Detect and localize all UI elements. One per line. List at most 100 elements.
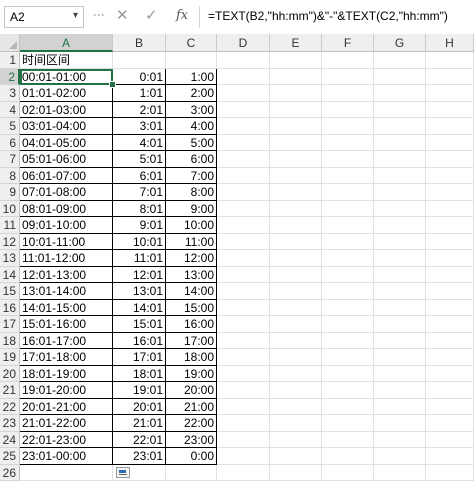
cell-d11[interactable] <box>217 217 270 234</box>
cell-b21[interactable]: 19:01 <box>113 382 166 399</box>
row-header-20[interactable]: 20 <box>0 366 20 383</box>
cell-c21[interactable]: 20:00 <box>166 382 217 399</box>
row-header-1[interactable]: 1 <box>0 52 20 69</box>
cell-a5[interactable]: 03:01-04:00 <box>20 118 113 135</box>
cell-f14[interactable] <box>322 267 374 284</box>
cell-g12[interactable] <box>374 234 426 251</box>
cell-a7[interactable]: 05:01-06:00 <box>20 151 113 168</box>
cell-b24[interactable]: 22:01 <box>113 432 166 449</box>
cell-h18[interactable] <box>426 333 474 350</box>
row-header-8[interactable]: 8 <box>0 168 20 185</box>
cell-c11[interactable]: 10:00 <box>166 217 217 234</box>
cell-e13[interactable] <box>270 250 322 267</box>
cell-g16[interactable] <box>374 300 426 317</box>
cell-d18[interactable] <box>217 333 270 350</box>
cell-c10[interactable]: 9:00 <box>166 201 217 218</box>
row-header-10[interactable]: 10 <box>0 201 20 218</box>
row-header-16[interactable]: 16 <box>0 300 20 317</box>
cell-c7[interactable]: 6:00 <box>166 151 217 168</box>
cell-b25[interactable]: 23:01 <box>113 448 166 465</box>
cell-g19[interactable] <box>374 349 426 366</box>
column-header-c[interactable]: C <box>166 34 217 52</box>
row-header-18[interactable]: 18 <box>0 333 20 350</box>
cell-h19[interactable] <box>426 349 474 366</box>
column-header-h[interactable]: H <box>426 34 474 52</box>
chevron-down-icon[interactable]: ▾ <box>73 10 78 21</box>
flash-fill-options-icon[interactable] <box>116 467 130 478</box>
cell-d16[interactable] <box>217 300 270 317</box>
cell-a10[interactable]: 08:01-09:00 <box>20 201 113 218</box>
cell-g8[interactable] <box>374 168 426 185</box>
cell-a3[interactable]: 01:01-02:00 <box>20 85 113 102</box>
cell-e24[interactable] <box>270 432 322 449</box>
cell-b1[interactable] <box>113 52 166 69</box>
cell-b6[interactable]: 4:01 <box>113 135 166 152</box>
cell-b23[interactable]: 21:01 <box>113 415 166 432</box>
cell-a16[interactable]: 14:01-15:00 <box>20 300 113 317</box>
row-header-3[interactable]: 3 <box>0 85 20 102</box>
cell-h22[interactable] <box>426 399 474 416</box>
cell-g15[interactable] <box>374 283 426 300</box>
column-header-d[interactable]: D <box>217 34 270 52</box>
cell-c25[interactable]: 0:00 <box>166 448 217 465</box>
select-all-corner[interactable] <box>0 34 20 52</box>
cell-b20[interactable]: 18:01 <box>113 366 166 383</box>
cell-e8[interactable] <box>270 168 322 185</box>
cell-e1[interactable] <box>270 52 322 69</box>
cell-g5[interactable] <box>374 118 426 135</box>
cell-d15[interactable] <box>217 283 270 300</box>
cell-f7[interactable] <box>322 151 374 168</box>
cell-a25[interactable]: 23:01-00:00 <box>20 448 113 465</box>
cell-h3[interactable] <box>426 85 474 102</box>
cell-a24[interactable]: 22:01-23:00 <box>20 432 113 449</box>
cell-g10[interactable] <box>374 201 426 218</box>
row-header-13[interactable]: 13 <box>0 250 20 267</box>
cell-d7[interactable] <box>217 151 270 168</box>
cell-h9[interactable] <box>426 184 474 201</box>
cell-a2[interactable]: 00:01-01:00 <box>20 69 113 86</box>
cell-e5[interactable] <box>270 118 322 135</box>
cell-c6[interactable]: 5:00 <box>166 135 217 152</box>
cell-h23[interactable] <box>426 415 474 432</box>
cell-b18[interactable]: 16:01 <box>113 333 166 350</box>
cell-d19[interactable] <box>217 349 270 366</box>
cell-f16[interactable] <box>322 300 374 317</box>
cell-e9[interactable] <box>270 184 322 201</box>
cell-b2[interactable]: 0:01 <box>113 69 166 86</box>
row-header-17[interactable]: 17 <box>0 316 20 333</box>
row-header-24[interactable]: 24 <box>0 432 20 449</box>
cell-d1[interactable] <box>217 52 270 69</box>
cell-g18[interactable] <box>374 333 426 350</box>
cell-f2[interactable] <box>322 69 374 86</box>
cell-g17[interactable] <box>374 316 426 333</box>
cell-f17[interactable] <box>322 316 374 333</box>
cell-h7[interactable] <box>426 151 474 168</box>
row-header-22[interactable]: 22 <box>0 399 20 416</box>
row-header-9[interactable]: 9 <box>0 184 20 201</box>
cell-g6[interactable] <box>374 135 426 152</box>
column-header-g[interactable]: G <box>374 34 426 52</box>
cell-a1[interactable]: 时间区间 <box>20 52 113 69</box>
row-header-4[interactable]: 4 <box>0 102 20 119</box>
cell-h26[interactable] <box>426 465 474 481</box>
row-header-15[interactable]: 15 <box>0 283 20 300</box>
cell-f25[interactable] <box>322 448 374 465</box>
cell-d12[interactable] <box>217 234 270 251</box>
cell-e3[interactable] <box>270 85 322 102</box>
cell-c4[interactable]: 3:00 <box>166 102 217 119</box>
cell-e16[interactable] <box>270 300 322 317</box>
cell-d21[interactable] <box>217 382 270 399</box>
cell-a21[interactable]: 19:01-20:00 <box>20 382 113 399</box>
cell-f3[interactable] <box>322 85 374 102</box>
cell-b4[interactable]: 2:01 <box>113 102 166 119</box>
cell-b14[interactable]: 12:01 <box>113 267 166 284</box>
cell-e14[interactable] <box>270 267 322 284</box>
cell-d3[interactable] <box>217 85 270 102</box>
cell-h15[interactable] <box>426 283 474 300</box>
cell-d6[interactable] <box>217 135 270 152</box>
cell-a15[interactable]: 13:01-14:00 <box>20 283 113 300</box>
cell-g14[interactable] <box>374 267 426 284</box>
cell-e10[interactable] <box>270 201 322 218</box>
cell-f24[interactable] <box>322 432 374 449</box>
cell-a6[interactable]: 04:01-05:00 <box>20 135 113 152</box>
